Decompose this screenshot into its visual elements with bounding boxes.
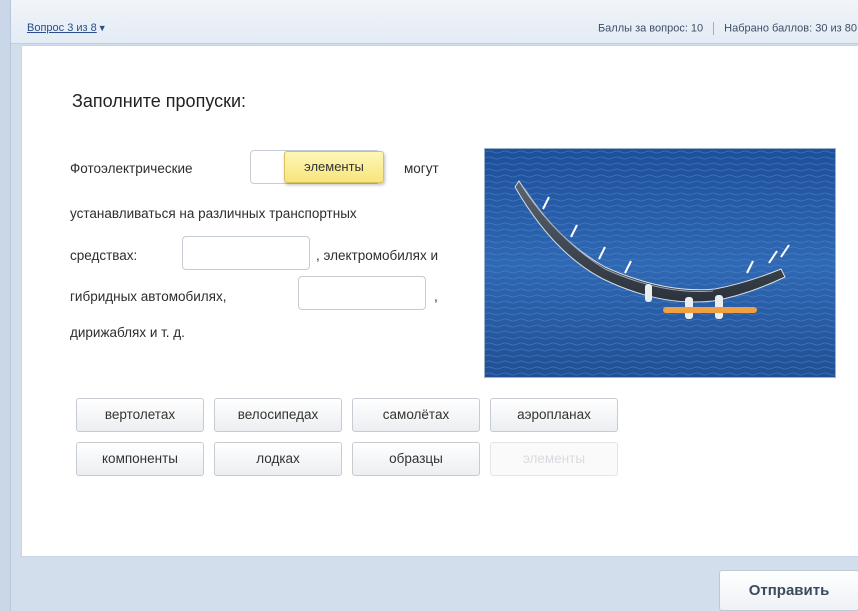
blank-field-2[interactable] [182,236,310,270]
divider [713,22,715,35]
word-option[interactable]: лодках [214,442,342,476]
score-info: Баллы за вопрос: 10 Набрано баллов: 30 из… [598,22,857,35]
sentence-part: , [434,289,438,304]
word-option[interactable]: велосипедах [214,398,342,432]
task-title: Заполните пропуски: [72,91,247,111]
sentence-part: устанавливаться на различных транспортны… [70,206,357,221]
word-option[interactable]: самолётах [352,398,480,432]
caret-down-icon: ▼ [97,23,107,33]
sentence-part: гибридных автомобилях, [70,289,227,304]
dragged-word-chip[interactable]: элементы [284,151,384,183]
sentence-part: , электромобилях и [316,248,439,263]
blank-field-3[interactable] [298,276,426,310]
sentence-part: средствах: [70,248,138,263]
question-panel: Заполните пропуски: Фотоэлектрические мо… [21,45,858,557]
points-per-question: Баллы за вопрос: 10 [597,22,704,35]
solar-aircraft-image [484,148,836,378]
sentence-part: дирижаблях и т. д. [70,325,185,340]
word-option-used: элементы [490,442,618,476]
word-option[interactable]: вертолетах [76,398,204,432]
word-option[interactable]: компоненты [76,442,204,476]
sentence-part: могут [404,161,439,176]
quiz-header: Вопрос 3 из 8▼ Баллы за вопрос: 10 Набран… [11,0,858,44]
word-option[interactable]: образцы [352,442,480,476]
sentence-part: Фотоэлектрические [70,161,193,176]
question-navigation-dropdown[interactable]: Вопрос 3 из 8▼ [27,22,107,34]
points-total: Набрано баллов: 30 из 80 [724,22,857,35]
word-option[interactable]: аэропланах [490,398,618,432]
submit-button[interactable]: Отправить [719,570,858,611]
quiz-window: Вопрос 3 из 8▼ Баллы за вопрос: 10 Набран… [10,0,858,611]
question-nav-label: Вопрос 3 из 8 [27,22,97,34]
